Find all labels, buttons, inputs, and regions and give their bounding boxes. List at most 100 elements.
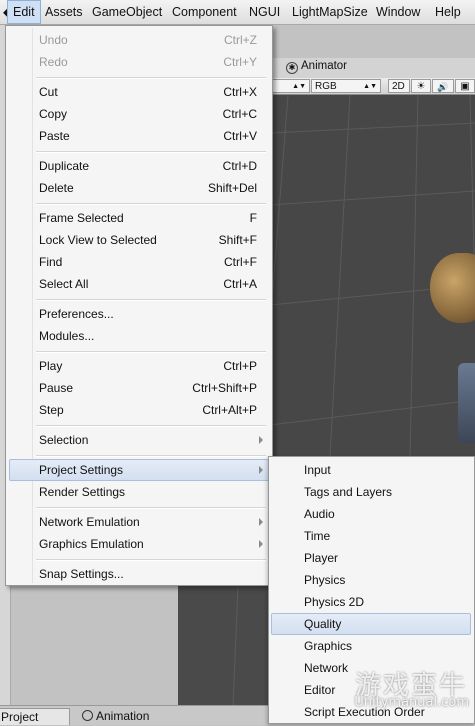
submenu-arrow-icon [259,436,263,444]
menu-item-shortcut: Ctrl+X [223,85,257,99]
tab-project-label: Project [1,710,39,724]
shading-mode-dropdown[interactable]: ▲▼ [270,79,310,93]
menu-item-label: Project Settings [39,463,124,477]
menu-item-find[interactable]: Find Ctrl+F [9,251,269,273]
submenu-item-label: Physics 2D [304,595,365,609]
menu-item-shortcut: Shift+F [218,233,257,247]
menu-item-label: Cut [39,85,58,99]
menu-item-delete[interactable]: Delete Shift+Del [9,177,269,199]
menu-item-label: Play [39,359,63,373]
menu-item-shortcut: Ctrl+Alt+P [202,403,257,417]
submenu-item-graphics[interactable]: Graphics [271,635,471,657]
menu-help[interactable]: Help [430,0,466,24]
menu-item-label: Graphics Emulation [39,537,144,551]
menu-item-label: Network Emulation [39,515,140,529]
submenu-arrow-icon [259,466,263,474]
menu-item-shortcut: Ctrl+D [222,159,257,173]
tab-animator[interactable]: ✱ Animator [286,60,347,74]
rgb-label: RGB [315,81,337,92]
watermark: 游戏蛮牛 Unitymanual.com [300,668,475,724]
menu-separator [36,299,266,301]
menu-item-shortcut: Ctrl+Z [224,33,257,47]
menu-item-label: Undo [39,33,68,47]
menu-item-render-settings[interactable]: Render Settings [9,481,269,503]
menu-item-label: Duplicate [39,159,90,173]
menu-item-modules[interactable]: Modules... [9,325,269,347]
submenu-item-label: Quality [304,617,342,631]
submenu-item-quality[interactable]: Quality [271,613,471,635]
menu-item-label: Render Settings [39,485,126,499]
menu-separator [36,425,266,427]
menu-item-label: Snap Settings... [39,567,124,581]
menu-item-pause[interactable]: Pause Ctrl+Shift+P [9,377,269,399]
menu-item-step[interactable]: Step Ctrl+Alt+P [9,399,269,421]
audio-icon[interactable]: 🔊 [432,79,454,93]
effects-icon[interactable]: ▣ [455,79,475,93]
menu-item-label: Redo [39,55,68,69]
menu-item-copy[interactable]: Copy Ctrl+C [9,103,269,125]
menu-edit[interactable]: Edit [7,0,41,24]
tab-project[interactable]: Project [0,708,70,725]
menu-item-frame-selected[interactable]: Frame Selected F [9,207,269,229]
submenu-item-audio[interactable]: Audio [271,503,471,525]
submenu-item-physics[interactable]: Physics [271,569,471,591]
menu-item-shortcut: Shift+Del [207,181,257,195]
mode-2d-toggle[interactable]: 2D [388,79,410,93]
menu-item-shortcut: Ctrl+Y [223,55,257,69]
menu-assets[interactable]: Assets [40,0,88,24]
menu-item-label: Paste [39,129,70,143]
menu-item-label: Step [39,403,64,417]
menu-item-redo[interactable]: Redo Ctrl+Y [9,51,269,73]
sun-icon[interactable]: ☀ [411,79,431,93]
menu-item-undo[interactable]: Undo Ctrl+Z [9,29,269,51]
menu-ngui[interactable]: NGUI [244,0,285,24]
submenu-item-label: Time [304,529,331,543]
character-object[interactable] [458,363,475,443]
menu-item-label: Preferences... [39,307,114,321]
menu-item-label: Frame Selected [39,211,124,225]
menu-item-select-all[interactable]: Select All Ctrl+A [9,273,269,295]
menu-item-graphics-emulation[interactable]: Graphics Emulation [9,533,269,555]
submenu-item-player[interactable]: Player [271,547,471,569]
submenu-item-tags-and-layers[interactable]: Tags and Layers [271,481,471,503]
menu-item-play[interactable]: Play Ctrl+P [9,355,269,377]
render-mode-dropdown[interactable]: RGB ▲▼ [311,79,381,93]
menu-item-shortcut: Ctrl+A [223,277,257,291]
menu-item-project-settings[interactable]: Project Settings [9,459,269,481]
menu-separator [36,351,266,353]
submenu-item-physics-2d[interactable]: Physics 2D [271,591,471,613]
scene-viewport[interactable] [270,95,475,456]
menu-item-shortcut: Ctrl+V [223,129,257,143]
submenu-arrow-icon [259,540,263,548]
menu-separator [36,507,266,509]
submenu-item-label: Graphics [304,639,353,653]
scene-toolbar: ▲▼ RGB ▲▼ 2D ☀ 🔊 ▣ [270,78,475,95]
menu-gameobject[interactable]: GameObject [87,0,167,24]
menu-window[interactable]: Window [371,0,425,24]
menu-bar: ◆ Edit Assets GameObject Component NGUI … [0,0,475,25]
menu-item-shortcut: Ctrl+C [222,107,257,121]
menu-item-paste[interactable]: Paste Ctrl+V [9,125,269,147]
menu-separator [36,455,266,457]
clock-icon [82,710,93,721]
menu-item-label: Find [39,255,63,269]
menu-item-cut[interactable]: Cut Ctrl+X [9,81,269,103]
menu-component[interactable]: Component [167,0,242,24]
animator-icon: ✱ [286,62,298,74]
submenu-item-input[interactable]: Input [271,459,471,481]
menu-item-network-emulation[interactable]: Network Emulation [9,511,269,533]
submenu-item-label: Input [304,463,331,477]
menu-item-duplicate[interactable]: Duplicate Ctrl+D [9,155,269,177]
submenu-item-time[interactable]: Time [271,525,471,547]
submenu-item-label: Player [304,551,339,565]
menu-item-selection[interactable]: Selection [9,429,269,451]
edit-menu-dropdown: Undo Ctrl+Z Redo Ctrl+Y Cut Ctrl+X Copy Ctrl… [5,25,273,586]
menu-item-lock-view[interactable]: Lock View to Selected Shift+F [9,229,269,251]
menu-item-preferences[interactable]: Preferences... [9,303,269,325]
menu-item-snap-settings[interactable]: Snap Settings... [9,563,269,585]
tab-animation[interactable]: Animation [78,708,153,725]
menu-item-label: Modules... [39,329,95,343]
menu-item-label: Copy [39,107,68,121]
menu-lightmapsize[interactable]: LightMapSize [287,0,373,24]
menu-item-label: Delete [39,181,74,195]
